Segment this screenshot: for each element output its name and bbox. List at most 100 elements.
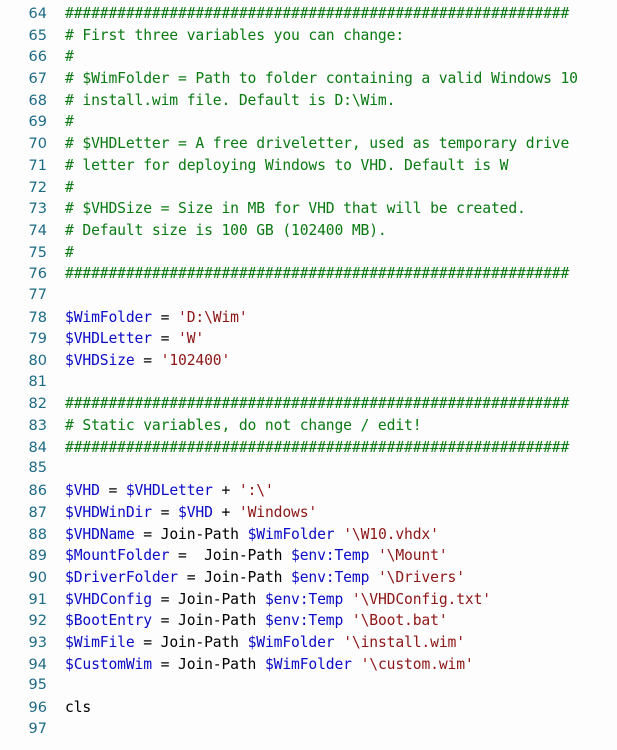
code-line[interactable]: 66 #: [0, 46, 617, 68]
code-line-content[interactable]: # $WimFolder = Path to folder containing…: [47, 68, 578, 90]
code-line-content[interactable]: cls: [47, 697, 91, 719]
code-line-content[interactable]: #: [47, 177, 74, 199]
code-line[interactable]: 70 # $VHDLetter = A free driveletter, use…: [0, 133, 617, 155]
code-line-content[interactable]: #: [47, 242, 74, 264]
line-number: 92: [28, 613, 47, 630]
code-line-content[interactable]: # Static variables, do not change / edit…: [47, 415, 422, 437]
code-line[interactable]: 90 $DriverFolder = Join-Path $env:Temp '\…: [0, 567, 617, 589]
code-line-content[interactable]: # First three variables you can change:: [47, 25, 404, 47]
code-line[interactable]: 96 cls: [0, 697, 617, 719]
code-line-content[interactable]: ########################################…: [47, 437, 569, 459]
code-line-content[interactable]: $DriverFolder = Join-Path $env:Temp '\Dr…: [47, 567, 465, 589]
code-line[interactable]: 76 ######################################…: [0, 263, 617, 285]
code-line[interactable]: 86 $VHD = $VHDLetter + ':\': [0, 480, 617, 502]
code-line[interactable]: 91 $VHDConfig = Join-Path $env:Temp '\VHD…: [0, 589, 617, 611]
code-line-content[interactable]: $VHDName = Join-Path $WimFolder '\W10.vh…: [47, 524, 439, 546]
code-line-content[interactable]: # install.wim file. Default is D:\Wim.: [47, 90, 395, 112]
token-plain: +: [212, 503, 239, 521]
code-line[interactable]: 75 #: [0, 242, 617, 264]
code-line[interactable]: 67 # $WimFolder = Path to folder containi…: [0, 68, 617, 90]
code-line[interactable]: 79 $VHDLetter = 'W': [0, 328, 617, 350]
code-line[interactable]: 83 # Static variables, do not change / ed…: [0, 415, 617, 437]
code-line[interactable]: 71 # letter for deploying Windows to VHD.…: [0, 155, 617, 177]
code-line[interactable]: 85: [0, 458, 617, 480]
code-line-content[interactable]: ########################################…: [47, 3, 569, 25]
token-var: $WimFolder: [247, 525, 335, 543]
code-line-content[interactable]: $MountFolder = Join-Path $env:Temp '\Mou…: [47, 545, 448, 567]
code-line-content[interactable]: #: [47, 46, 74, 68]
token-comment: # letter for deploying Windows to VHD. D…: [65, 156, 509, 174]
code-line[interactable]: 68 # install.wim file. Default is D:\Wim.: [0, 90, 617, 112]
code-line-content[interactable]: $VHD = $VHDLetter + ':\': [47, 480, 274, 502]
token-cmd: Join-Path: [178, 612, 265, 630]
token-str: 'Windows': [238, 503, 318, 521]
code-line[interactable]: 94 $CustomWim = Join-Path $WimFolder '\cu…: [0, 654, 617, 676]
token-comment: ########################################…: [65, 265, 570, 283]
token-var: $CustomWim: [65, 655, 152, 673]
code-line-content[interactable]: ########################################…: [47, 393, 569, 415]
code-line-content[interactable]: # Default size is 100 GB (102400 MB).: [47, 220, 387, 242]
line-number: 87: [28, 504, 47, 521]
code-line[interactable]: 80 $VHDSize = '102400': [0, 350, 617, 372]
code-line[interactable]: 69 #: [0, 111, 617, 133]
token-comment: #: [65, 178, 74, 196]
token-var: $env:Temp: [291, 568, 370, 586]
code-line[interactable]: 72 #: [0, 177, 617, 199]
code-line-content[interactable]: $BootEntry = Join-Path $env:Temp '\Boot.…: [47, 610, 448, 632]
code-line-content[interactable]: # letter for deploying Windows to VHD. D…: [47, 155, 508, 177]
code-line-content[interactable]: # $VHDLetter = A free driveletter, used …: [47, 133, 569, 155]
line-number: 85: [28, 460, 47, 477]
token-var: $VHDSize: [65, 352, 135, 369]
line-number: 64: [28, 6, 47, 22]
code-line-list: 64 ######################################…: [0, 3, 617, 740]
code-line[interactable]: 97: [0, 719, 617, 741]
token-cmd: Join-Path: [160, 525, 248, 543]
code-editor-pane[interactable]: 64 ######################################…: [0, 0, 617, 750]
code-line-content[interactable]: #: [47, 111, 74, 133]
line-number: 78: [28, 309, 47, 326]
code-line[interactable]: 65 # First three variables you can change…: [0, 25, 617, 47]
code-line[interactable]: 64 ######################################…: [0, 3, 617, 25]
code-line-content[interactable]: # $VHDSize = Size in MB for VHD that wil…: [47, 198, 526, 220]
code-line[interactable]: 81: [0, 372, 617, 394]
code-line[interactable]: 95: [0, 675, 617, 697]
code-line-content[interactable]: $WimFile = Join-Path $WimFolder '\instal…: [47, 632, 465, 654]
code-line-content[interactable]: $VHDWinDir = $VHD + 'Windows': [47, 502, 317, 524]
code-line-content[interactable]: $VHDSize = '102400': [47, 350, 230, 372]
code-line[interactable]: 74 # Default size is 100 GB (102400 MB).: [0, 220, 617, 242]
code-line[interactable]: 84 ######################################…: [0, 437, 617, 459]
code-line[interactable]: 87 $VHDWinDir = $VHD + 'Windows': [0, 502, 617, 524]
code-line[interactable]: 82 ######################################…: [0, 393, 617, 415]
code-line-content[interactable]: $CustomWim = Join-Path $WimFolder '\cust…: [47, 654, 474, 676]
code-line[interactable]: 77: [0, 285, 617, 307]
code-line-content[interactable]: ########################################…: [47, 263, 569, 285]
line-number: 75: [28, 244, 47, 261]
code-line[interactable]: 93 $WimFile = Join-Path $WimFolder '\inst…: [0, 632, 617, 654]
token-comment: #: [65, 243, 74, 261]
token-var: $WimFolder: [65, 308, 152, 326]
token-plain: +: [212, 482, 239, 500]
code-line-content[interactable]: $VHDLetter = 'W': [47, 328, 204, 350]
line-number: 83: [28, 418, 47, 435]
token-str: '\Mount': [377, 547, 448, 565]
token-plain: =: [134, 525, 161, 543]
line-number: 79: [28, 331, 47, 348]
line-number: 66: [28, 49, 47, 66]
code-line[interactable]: 92 $BootEntry = Join-Path $env:Temp '\Boo…: [0, 610, 617, 632]
line-number: 76: [28, 266, 47, 283]
code-line[interactable]: 88 $VHDName = Join-Path $WimFolder '\W10.…: [0, 524, 617, 546]
code-line-content[interactable]: $WimFolder = 'D:\Wim': [47, 307, 248, 329]
code-line[interactable]: 89 $MountFolder = Join-Path $env:Temp '\M…: [0, 545, 617, 567]
code-line[interactable]: 78 $WimFolder = 'D:\Wim': [0, 307, 617, 329]
token-var: $VHDLetter: [125, 482, 213, 500]
token-str: 'W': [178, 330, 205, 348]
code-line[interactable]: 73 # $VHDSize = Size in MB for VHD that w…: [0, 198, 617, 220]
code-line-content[interactable]: $VHDConfig = Join-Path $env:Temp '\VHDCo…: [47, 589, 491, 611]
